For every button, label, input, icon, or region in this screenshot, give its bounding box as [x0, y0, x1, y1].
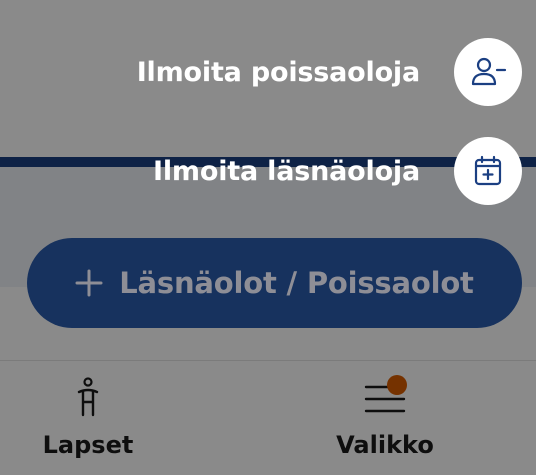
- report-presence-action[interactable]: Ilmoita läsnäoloja: [153, 137, 522, 205]
- presence-absence-fab[interactable]: Läsnäolot / Poissaolot: [27, 238, 522, 328]
- report-absence-label: Ilmoita poissaoloja: [136, 56, 420, 88]
- report-presence-button[interactable]: [454, 137, 522, 205]
- report-presence-label: Ilmoita läsnäoloja: [153, 155, 420, 187]
- calendar-add-icon: [474, 155, 502, 186]
- report-absence-action[interactable]: Ilmoita poissaoloja: [137, 38, 522, 106]
- person-remove-icon: [471, 57, 507, 86]
- presence-absence-label: Läsnäolot / Poissaolot: [119, 266, 474, 300]
- plus-icon: [75, 269, 103, 297]
- report-absence-button[interactable]: [454, 38, 522, 106]
